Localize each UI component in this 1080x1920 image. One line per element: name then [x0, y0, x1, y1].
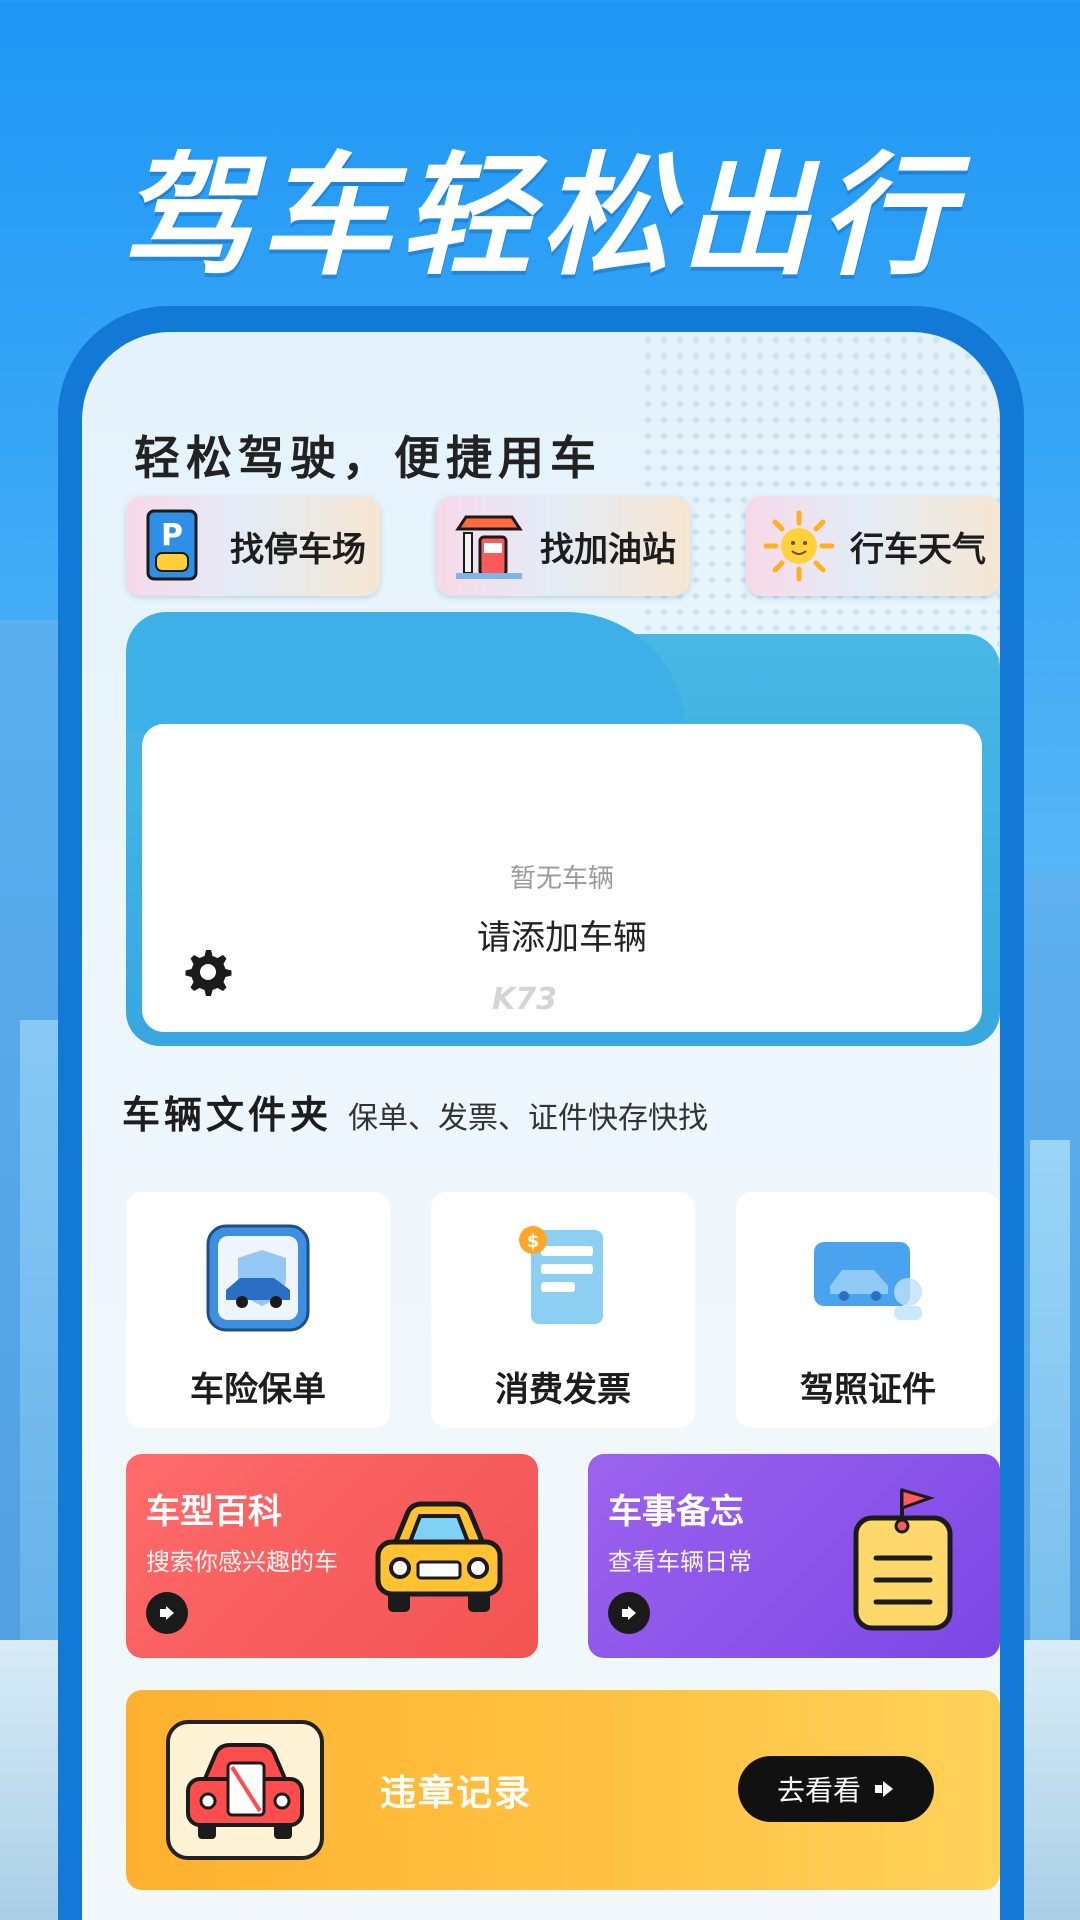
quick-actions: P 找停车场 找加油站 行车天气	[126, 496, 1000, 596]
folder-item-label: 消费发票	[495, 1370, 631, 1410]
quick-label: 行车天气	[850, 529, 986, 570]
sun-icon	[760, 507, 838, 585]
folder-items: 车险保单 $ 消费发票 驾照证件	[126, 1192, 1000, 1428]
folder-item-invoice[interactable]: $ 消费发票	[431, 1192, 695, 1428]
folder-item-insurance[interactable]: 车险保单	[126, 1192, 390, 1428]
promo-subtitle: 搜索你感兴趣的车	[146, 1548, 338, 1576]
insurance-policy-icon	[198, 1218, 318, 1338]
add-vehicle-text[interactable]: 请添加车辆	[142, 910, 982, 959]
empty-vehicle-text: 暂无车辆	[509, 864, 614, 894]
quick-weather[interactable]: 行车天气	[746, 496, 1000, 596]
quick-label: 找停车场	[230, 529, 366, 570]
folder-title: 车辆文件夹	[122, 1093, 333, 1137]
watermark: K73	[492, 982, 557, 1017]
gas-station-icon	[450, 507, 528, 585]
license-icon	[808, 1218, 928, 1338]
folder-subtitle: 保单、发票、证件快存快找	[348, 1101, 709, 1136]
quick-label: 找加油站	[540, 529, 676, 570]
parking-icon: P	[140, 507, 218, 585]
violation-card[interactable]: 违章记录 去看看	[126, 1690, 1000, 1890]
arrow-right-icon[interactable]	[146, 1592, 188, 1634]
hero-title: 驾车轻松出行	[120, 140, 960, 294]
screen-title: 轻松驾驶，便捷用车	[134, 431, 602, 485]
promo-subtitle: 查看车辆日常	[608, 1548, 752, 1576]
folder-item-license[interactable]: 驾照证件	[736, 1192, 1000, 1428]
promo-row: 车型百科 搜索你感兴趣的车 车事备忘 查看车辆日常	[126, 1454, 1000, 1658]
car-icon	[364, 1484, 514, 1634]
view-violation-label: 去看看	[776, 1774, 861, 1807]
quick-parking[interactable]: P 找停车场	[126, 496, 380, 596]
violation-title: 违章记录	[380, 1773, 533, 1814]
promo-car-encyclopedia[interactable]: 车型百科 搜索你感兴趣的车	[126, 1454, 538, 1658]
folder-item-label: 驾照证件	[800, 1370, 936, 1410]
view-violation-button[interactable]: 去看看	[738, 1756, 934, 1822]
arrow-right-icon[interactable]	[608, 1592, 650, 1634]
arrow-right-icon	[873, 1773, 895, 1806]
promo-title: 车事备忘	[608, 1492, 744, 1532]
memo-icon	[826, 1484, 976, 1634]
folder-header: 车辆文件夹 保单、发票、证件快存快找	[122, 1084, 708, 1139]
vehicle-panel: 暂无车辆 请添加车辆 K73	[126, 612, 1000, 1046]
svg-text:P: P	[161, 518, 183, 553]
promo-car-memo[interactable]: 车事备忘 查看车辆日常	[588, 1454, 1000, 1658]
vehicle-panel-tab	[126, 612, 686, 732]
phone-frame: 轻松驾驶，便捷用车 P 找停车场 找加油站 行车天气 暂无车辆 请添加车辆 K7…	[58, 306, 1024, 1920]
invoice-icon: $	[503, 1218, 623, 1338]
svg-text:$: $	[527, 1231, 540, 1252]
folder-item-label: 车险保单	[190, 1370, 326, 1410]
add-vehicle-card[interactable]: 暂无车辆 请添加车辆 K73	[142, 724, 982, 1032]
gear-icon[interactable]	[180, 946, 232, 998]
quick-gas-station[interactable]: 找加油站	[436, 496, 690, 596]
violation-car-icon	[166, 1720, 324, 1860]
app-screen: 轻松驾驶，便捷用车 P 找停车场 找加油站 行车天气 暂无车辆 请添加车辆 K7…	[82, 332, 1000, 1920]
promo-title: 车型百科	[146, 1492, 282, 1532]
